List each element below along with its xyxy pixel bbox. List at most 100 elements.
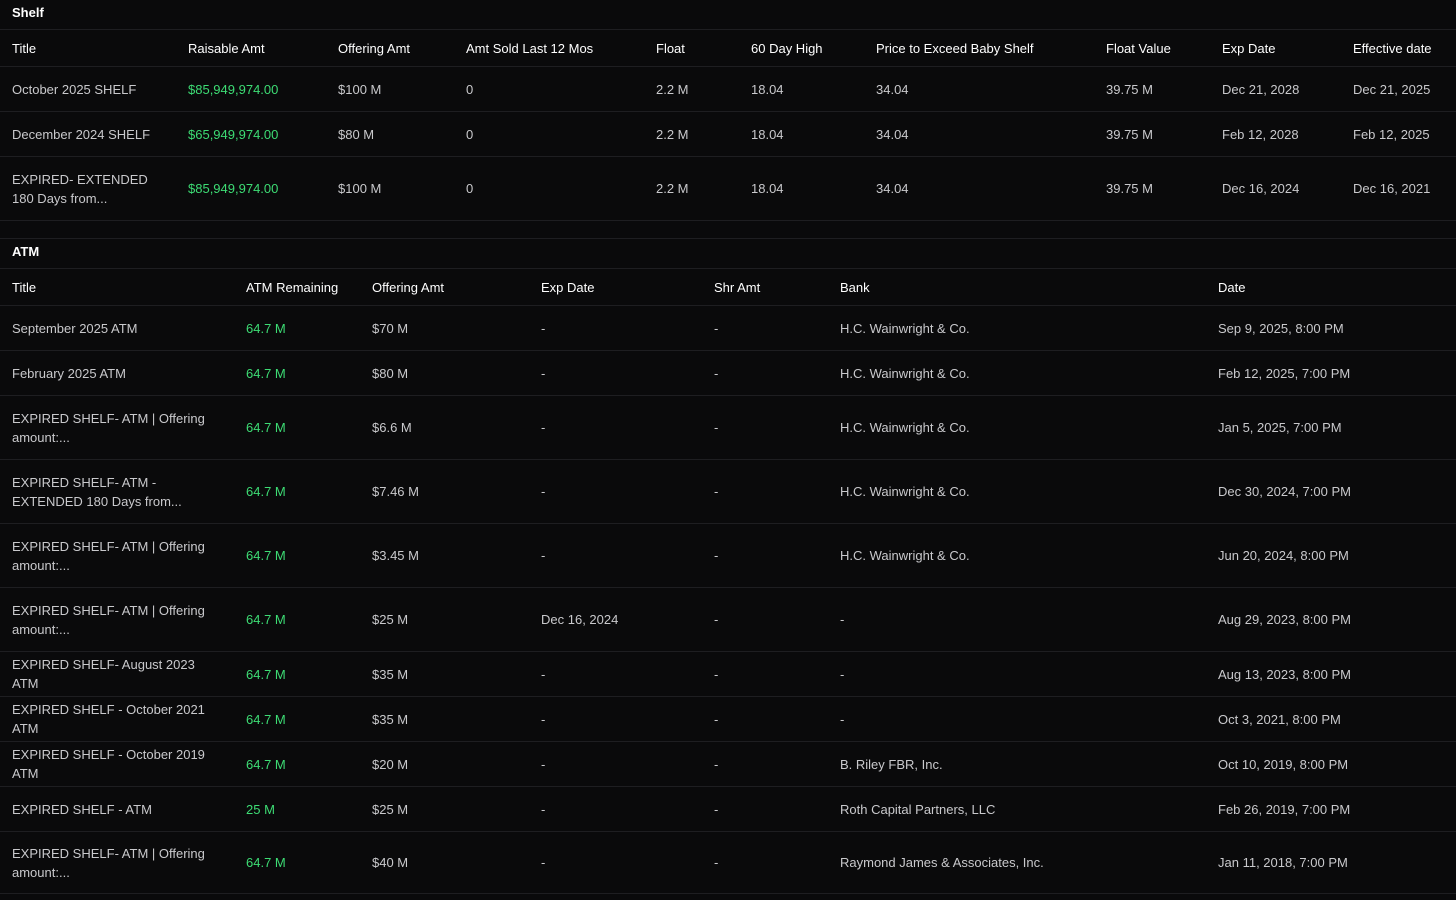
- raisable-amt-cell: $85,949,974.00: [176, 66, 326, 112]
- amt-sold-cell: 0: [454, 66, 644, 112]
- atm-header-row: Title ATM Remaining Offering Amt Exp Dat…: [0, 269, 1456, 306]
- offering-amt-cell: $35 M: [360, 696, 529, 742]
- shelf-table-row[interactable]: October 2025 SHELF $85,949,974.00 $100 M02…: [0, 66, 1456, 112]
- atm-remaining-cell: 64.7 M: [234, 741, 360, 787]
- exp-date-cell: -: [529, 741, 702, 787]
- column-header-exp-date[interactable]: Exp Date: [1210, 30, 1341, 67]
- column-header-float-value[interactable]: Float Value: [1094, 30, 1210, 67]
- price-to-exceed-cell: 34.04: [864, 156, 1094, 221]
- exp-date-cell: -: [529, 395, 702, 460]
- atm-table-row[interactable]: February 2025 ATM 64.7 M $80 M - - H.C. Wainw…: [0, 350, 1456, 396]
- shelf-title-cell: EXPIRED- EXTENDED 180 Days from...: [0, 156, 176, 221]
- column-header-title[interactable]: Title: [0, 269, 234, 306]
- price-to-exceed-cell: 34.04: [864, 111, 1094, 157]
- column-header-amt-sold[interactable]: Amt Sold Last 12 Mos: [454, 30, 644, 67]
- column-header-date[interactable]: Date: [1206, 269, 1456, 306]
- atm-table-row[interactable]: EXPIRED SHELF- ATM | Offering amount:...…: [0, 523, 1456, 588]
- bank-cell: B. Riley FBR, Inc.: [828, 741, 1206, 787]
- shelf-header-row: Title Raisable Amt Offering Amt Amt Sold…: [0, 30, 1456, 67]
- date-cell: Sep 9, 2025, 8:00 PM: [1206, 305, 1456, 351]
- atm-remaining-cell: 64.7 M: [234, 651, 360, 697]
- offering-amt-cell: $35 M: [360, 651, 529, 697]
- shr-amt-cell: -: [702, 741, 828, 787]
- column-header-60-day-high[interactable]: 60 Day High: [739, 30, 864, 67]
- shelf-section: Shelf Title Raisable Amt Offering Amt Am…: [0, 0, 1456, 221]
- shelf-table-row[interactable]: December 2024 SHELF $65,949,974.00 $80 M02…: [0, 111, 1456, 157]
- atm-section-title: ATM: [0, 239, 1456, 269]
- shr-amt-cell: -: [702, 587, 828, 652]
- exp-date-cell: -: [529, 523, 702, 588]
- atm-table-row[interactable]: EXPIRED SHELF- August 2023 ATM 64.7 M $35 …: [0, 651, 1456, 697]
- float-value-cell: 39.75 M: [1094, 111, 1210, 157]
- column-header-bank[interactable]: Bank: [828, 269, 1206, 306]
- exp-date-cell: Feb 12, 2028: [1210, 111, 1341, 157]
- offering-amt-cell: $25 M: [360, 786, 529, 832]
- bank-cell: Raymond James & Associates, Inc.: [828, 831, 1206, 894]
- atm-remaining-cell: 64.7 M: [234, 350, 360, 396]
- atm-table-row[interactable]: EXPIRED SHELF- ATM | Offering amount:...…: [0, 395, 1456, 460]
- bank-cell: H.C. Wainwright & Co.: [828, 395, 1206, 460]
- column-header-raisable-amt[interactable]: Raisable Amt: [176, 30, 326, 67]
- column-header-atm-remaining[interactable]: ATM Remaining: [234, 269, 360, 306]
- amt-sold-cell: 0: [454, 111, 644, 157]
- column-header-shr-amt[interactable]: Shr Amt: [702, 269, 828, 306]
- date-cell: Aug 29, 2023, 8:00 PM: [1206, 587, 1456, 652]
- raisable-amt-cell: $85,949,974.00: [176, 156, 326, 221]
- date-cell: Aug 13, 2023, 8:00 PM: [1206, 651, 1456, 697]
- 60-day-high-cell: 18.04: [739, 156, 864, 221]
- atm-title-cell: September 2025 ATM: [0, 305, 234, 351]
- atm-table-row[interactable]: September 2025 ATM 64.7 M $70 M - - H.C. Wain…: [0, 305, 1456, 351]
- atm-remaining-cell: 64.7 M: [234, 305, 360, 351]
- atm-table-row[interactable]: EXPIRED SHELF - ATM 25 M $25 M - - Roth Capit…: [0, 786, 1456, 832]
- date-cell: Oct 3, 2021, 8:00 PM: [1206, 696, 1456, 742]
- shr-amt-cell: -: [702, 350, 828, 396]
- offering-amt-cell: $20 M: [360, 741, 529, 787]
- shelf-title-cell: October 2025 SHELF: [0, 66, 176, 112]
- date-cell: Dec 30, 2024, 7:00 PM: [1206, 459, 1456, 524]
- float-cell: 2.2 M: [644, 66, 739, 112]
- date-cell: Jun 20, 2024, 8:00 PM: [1206, 523, 1456, 588]
- column-header-exp-date[interactable]: Exp Date: [529, 269, 702, 306]
- date-cell: Jan 11, 2018, 7:00 PM: [1206, 831, 1456, 894]
- exp-date-cell: -: [529, 831, 702, 894]
- atm-remaining-cell: 25 M: [234, 786, 360, 832]
- shelf-table: Title Raisable Amt Offering Amt Amt Sold…: [0, 30, 1456, 221]
- atm-title-cell: EXPIRED SHELF- ATM | Offering amount:...: [0, 523, 234, 588]
- offering-amt-cell: $7.46 M: [360, 459, 529, 524]
- offering-amt-cell: $80 M: [360, 350, 529, 396]
- column-header-effective-date[interactable]: Effective date: [1341, 30, 1456, 67]
- column-header-offering-amt[interactable]: Offering Amt: [326, 30, 454, 67]
- atm-remaining-cell: 64.7 M: [234, 831, 360, 894]
- shelf-table-row[interactable]: EXPIRED- EXTENDED 180 Days from... $85,94…: [0, 156, 1456, 221]
- section-divider: [0, 221, 1456, 239]
- atm-table-row[interactable]: EXPIRED SHELF - October 2019 ATM 64.7 M $2…: [0, 741, 1456, 787]
- float-cell: 2.2 M: [644, 156, 739, 221]
- atm-table-row[interactable]: EXPIRED SHELF - October 2021 ATM 64.7 M $3…: [0, 696, 1456, 742]
- shr-amt-cell: -: [702, 831, 828, 894]
- shr-amt-cell: -: [702, 651, 828, 697]
- atm-table: Title ATM Remaining Offering Amt Exp Dat…: [0, 269, 1456, 894]
- effective-date-cell: Feb 12, 2025: [1341, 111, 1456, 157]
- shr-amt-cell: -: [702, 786, 828, 832]
- column-header-title[interactable]: Title: [0, 30, 176, 67]
- shr-amt-cell: -: [702, 395, 828, 460]
- date-cell: Jan 5, 2025, 7:00 PM: [1206, 395, 1456, 460]
- atm-table-body: September 2025 ATM 64.7 M $70 M - - H.C. Wain…: [0, 305, 1456, 894]
- atm-title-cell: EXPIRED SHELF- ATM | Offering amount:...: [0, 831, 234, 894]
- atm-table-row[interactable]: EXPIRED SHELF- ATM | Offering amount:...…: [0, 587, 1456, 652]
- column-header-float[interactable]: Float: [644, 30, 739, 67]
- offering-amt-cell: $3.45 M: [360, 523, 529, 588]
- offering-amt-cell: $40 M: [360, 831, 529, 894]
- atm-table-row[interactable]: EXPIRED SHELF- ATM | Offering amount:...…: [0, 831, 1456, 894]
- bank-cell: -: [828, 651, 1206, 697]
- column-header-offering-amt[interactable]: Offering Amt: [360, 269, 529, 306]
- exp-date-cell: -: [529, 696, 702, 742]
- column-header-price-to-exceed[interactable]: Price to Exceed Baby Shelf: [864, 30, 1094, 67]
- offering-amt-cell: $70 M: [360, 305, 529, 351]
- atm-title-cell: EXPIRED SHELF- ATM -EXTENDED 180 Days fr…: [0, 459, 234, 524]
- effective-date-cell: Dec 21, 2025: [1341, 66, 1456, 112]
- atm-title-cell: February 2025 ATM: [0, 350, 234, 396]
- price-to-exceed-cell: 34.04: [864, 66, 1094, 112]
- atm-table-row[interactable]: EXPIRED SHELF- ATM -EXTENDED 180 Days fr…: [0, 459, 1456, 524]
- shelf-section-title: Shelf: [0, 0, 1456, 30]
